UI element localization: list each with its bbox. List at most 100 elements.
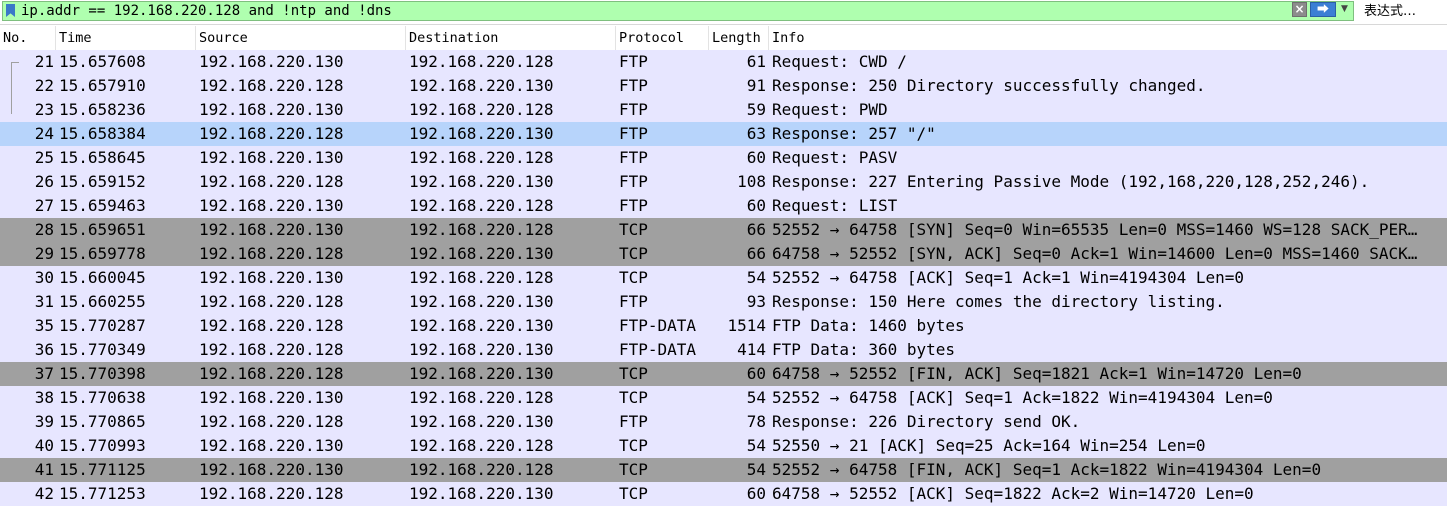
packet-row[interactable]: 24 15.658384 192.168.220.128 192.168.220.13…: [0, 122, 1447, 146]
packet-destination: 192.168.220.128: [409, 148, 554, 167]
packet-protocol: FTP: [619, 76, 648, 95]
packet-destination: 192.168.220.130: [409, 76, 554, 95]
packet-list[interactable]: 21 15.657608 192.168.220.130 192.168.220.12…: [0, 50, 1447, 509]
column-header-info[interactable]: Info: [769, 26, 1447, 50]
packet-row[interactable]: 36 15.770349 192.168.220.128 192.168.220.13…: [0, 338, 1447, 362]
packet-row[interactable]: 28 15.659651 192.168.220.130 192.168.220.12…: [0, 218, 1447, 242]
packet-info: 64758 → 52552 [FIN, ACK] Seq=1821 Ack=1 …: [772, 364, 1302, 383]
packet-protocol: FTP: [619, 196, 648, 215]
packet-source: 192.168.220.130: [199, 196, 344, 215]
apply-filter-button[interactable]: ⮕: [1310, 2, 1336, 17]
packet-protocol: FTP: [619, 148, 648, 167]
packet-protocol: TCP: [619, 364, 648, 383]
packet-info: Response: 150 Here comes the directory l…: [772, 292, 1225, 311]
packet-protocol: TCP: [619, 244, 648, 263]
packet-length: 1514: [727, 316, 766, 335]
column-header-no[interactable]: No.: [0, 26, 56, 50]
packet-source: 192.168.220.128: [199, 124, 344, 143]
packet-row[interactable]: 35 15.770287 192.168.220.128 192.168.220.13…: [0, 314, 1447, 338]
expression-button[interactable]: 表达式…: [1358, 1, 1447, 23]
packet-source: 192.168.220.128: [199, 340, 344, 359]
packet-source: 192.168.220.128: [199, 316, 344, 335]
column-header-length[interactable]: Length: [709, 26, 769, 50]
packet-length: 66: [746, 220, 766, 239]
packet-row[interactable]: 31 15.660255 192.168.220.128 192.168.220.13…: [0, 290, 1447, 314]
packet-row[interactable]: 39 15.770865 192.168.220.128 192.168.220.13…: [0, 410, 1447, 434]
display-filter-toolbar: ip.addr == 192.168.220.128 and !ntp and …: [0, 0, 1447, 25]
display-filter-input[interactable]: ip.addr == 192.168.220.128 and !ntp and …: [2, 1, 1354, 21]
packet-row[interactable]: 29 15.659778 192.168.220.128 192.168.220.13…: [0, 242, 1447, 266]
packet-number: 38: [34, 388, 54, 407]
packet-source: 192.168.220.130: [199, 388, 344, 407]
packet-destination: 192.168.220.130: [409, 316, 554, 335]
packet-protocol: FTP-DATA: [619, 340, 697, 359]
related-packet-indicator-cap: [11, 62, 19, 63]
packet-time: 15.658236: [59, 100, 146, 119]
packet-number: 41: [34, 460, 54, 479]
packet-destination: 192.168.220.128: [409, 196, 554, 215]
packet-destination: 192.168.220.130: [409, 172, 554, 191]
packet-destination: 192.168.220.128: [409, 460, 554, 479]
packet-info: 64758 → 52552 [ACK] Seq=1822 Ack=2 Win=1…: [772, 484, 1254, 503]
packet-info: 52552 → 64758 [FIN, ACK] Seq=1 Ack=1822 …: [772, 460, 1322, 479]
packet-row[interactable]: 30 15.660045 192.168.220.130 192.168.220.12…: [0, 266, 1447, 290]
packet-row[interactable]: 42 15.771253 192.168.220.128 192.168.220.13…: [0, 482, 1447, 506]
column-header-protocol[interactable]: Protocol: [616, 26, 709, 50]
filter-history-dropdown-icon[interactable]: ▼: [1337, 2, 1352, 17]
packet-source: 192.168.220.128: [199, 244, 344, 263]
packet-info: FTP Data: 360 bytes: [772, 340, 956, 359]
packet-number: 26: [34, 172, 54, 191]
packet-row[interactable]: 22 15.657910 192.168.220.128 192.168.220.13…: [0, 74, 1447, 98]
packet-length: 93: [746, 292, 766, 311]
packet-row[interactable]: 21 15.657608 192.168.220.130 192.168.220.12…: [0, 50, 1447, 74]
packet-info: 52552 → 64758 [ACK] Seq=1 Ack=1822 Win=4…: [772, 388, 1273, 407]
packet-destination: 192.168.220.130: [409, 484, 554, 503]
bookmark-icon[interactable]: [6, 4, 15, 17]
packet-destination: 192.168.220.128: [409, 220, 554, 239]
packet-info: Request: LIST: [772, 196, 898, 215]
packet-source: 192.168.220.130: [199, 436, 344, 455]
packet-info: 52552 → 64758 [ACK] Seq=1 Ack=1 Win=4194…: [772, 268, 1245, 287]
packet-time: 15.659152: [59, 172, 146, 191]
packet-info: 52550 → 21 [ACK] Seq=25 Ack=164 Win=254 …: [772, 436, 1206, 455]
packet-destination: 192.168.220.130: [409, 292, 554, 311]
packet-info: FTP Data: 1460 bytes: [772, 316, 965, 335]
packet-number: 40: [34, 436, 54, 455]
packet-protocol: TCP: [619, 436, 648, 455]
packet-length: 61: [746, 52, 766, 71]
packet-source: 192.168.220.128: [199, 364, 344, 383]
packet-number: 24: [34, 124, 54, 143]
packet-number: 25: [34, 148, 54, 167]
packet-info: Request: PWD: [772, 100, 888, 119]
packet-info: Response: 227 Entering Passive Mode (192…: [772, 172, 1370, 191]
packet-destination: 192.168.220.130: [409, 364, 554, 383]
packet-length: 54: [746, 268, 766, 287]
related-packet-indicator: [11, 62, 12, 114]
packet-row[interactable]: 27 15.659463 192.168.220.130 192.168.220.12…: [0, 194, 1447, 218]
packet-info: Response: 250 Directory successfully cha…: [772, 76, 1206, 95]
packet-info: 64758 → 52552 [SYN, ACK] Seq=0 Ack=1 Win…: [772, 244, 1418, 263]
packet-number: 27: [34, 196, 54, 215]
packet-row[interactable]: 37 15.770398 192.168.220.128 192.168.220.13…: [0, 362, 1447, 386]
packet-length: 63: [746, 124, 766, 143]
packet-length: 66: [746, 244, 766, 263]
packet-protocol: TCP: [619, 460, 648, 479]
column-header-source[interactable]: Source: [196, 26, 406, 50]
packet-row[interactable]: 40 15.770993 192.168.220.130 192.168.220.12…: [0, 434, 1447, 458]
column-header-destination[interactable]: Destination: [406, 26, 616, 50]
packet-row[interactable]: 26 15.659152 192.168.220.128 192.168.220.13…: [0, 170, 1447, 194]
column-header-time[interactable]: Time: [56, 26, 196, 50]
packet-list-header: No. Time Source Destination Protocol Len…: [0, 26, 1447, 51]
packet-protocol: FTP: [619, 412, 648, 431]
display-filter-text[interactable]: ip.addr == 192.168.220.128 and !ntp and …: [21, 3, 392, 19]
packet-source: 192.168.220.130: [199, 220, 344, 239]
packet-length: 108: [737, 172, 766, 191]
packet-row[interactable]: 38 15.770638 192.168.220.130 192.168.220.12…: [0, 386, 1447, 410]
packet-row[interactable]: 41 15.771125 192.168.220.130 192.168.220.12…: [0, 458, 1447, 482]
packet-row[interactable]: 23 15.658236 192.168.220.130 192.168.220.12…: [0, 98, 1447, 122]
packet-number: 42: [34, 484, 54, 503]
clear-filter-button[interactable]: ×: [1292, 2, 1307, 17]
packet-destination: 192.168.220.128: [409, 268, 554, 287]
packet-row[interactable]: 25 15.658645 192.168.220.130 192.168.220.12…: [0, 146, 1447, 170]
packet-info: Response: 257 "/": [772, 124, 936, 143]
